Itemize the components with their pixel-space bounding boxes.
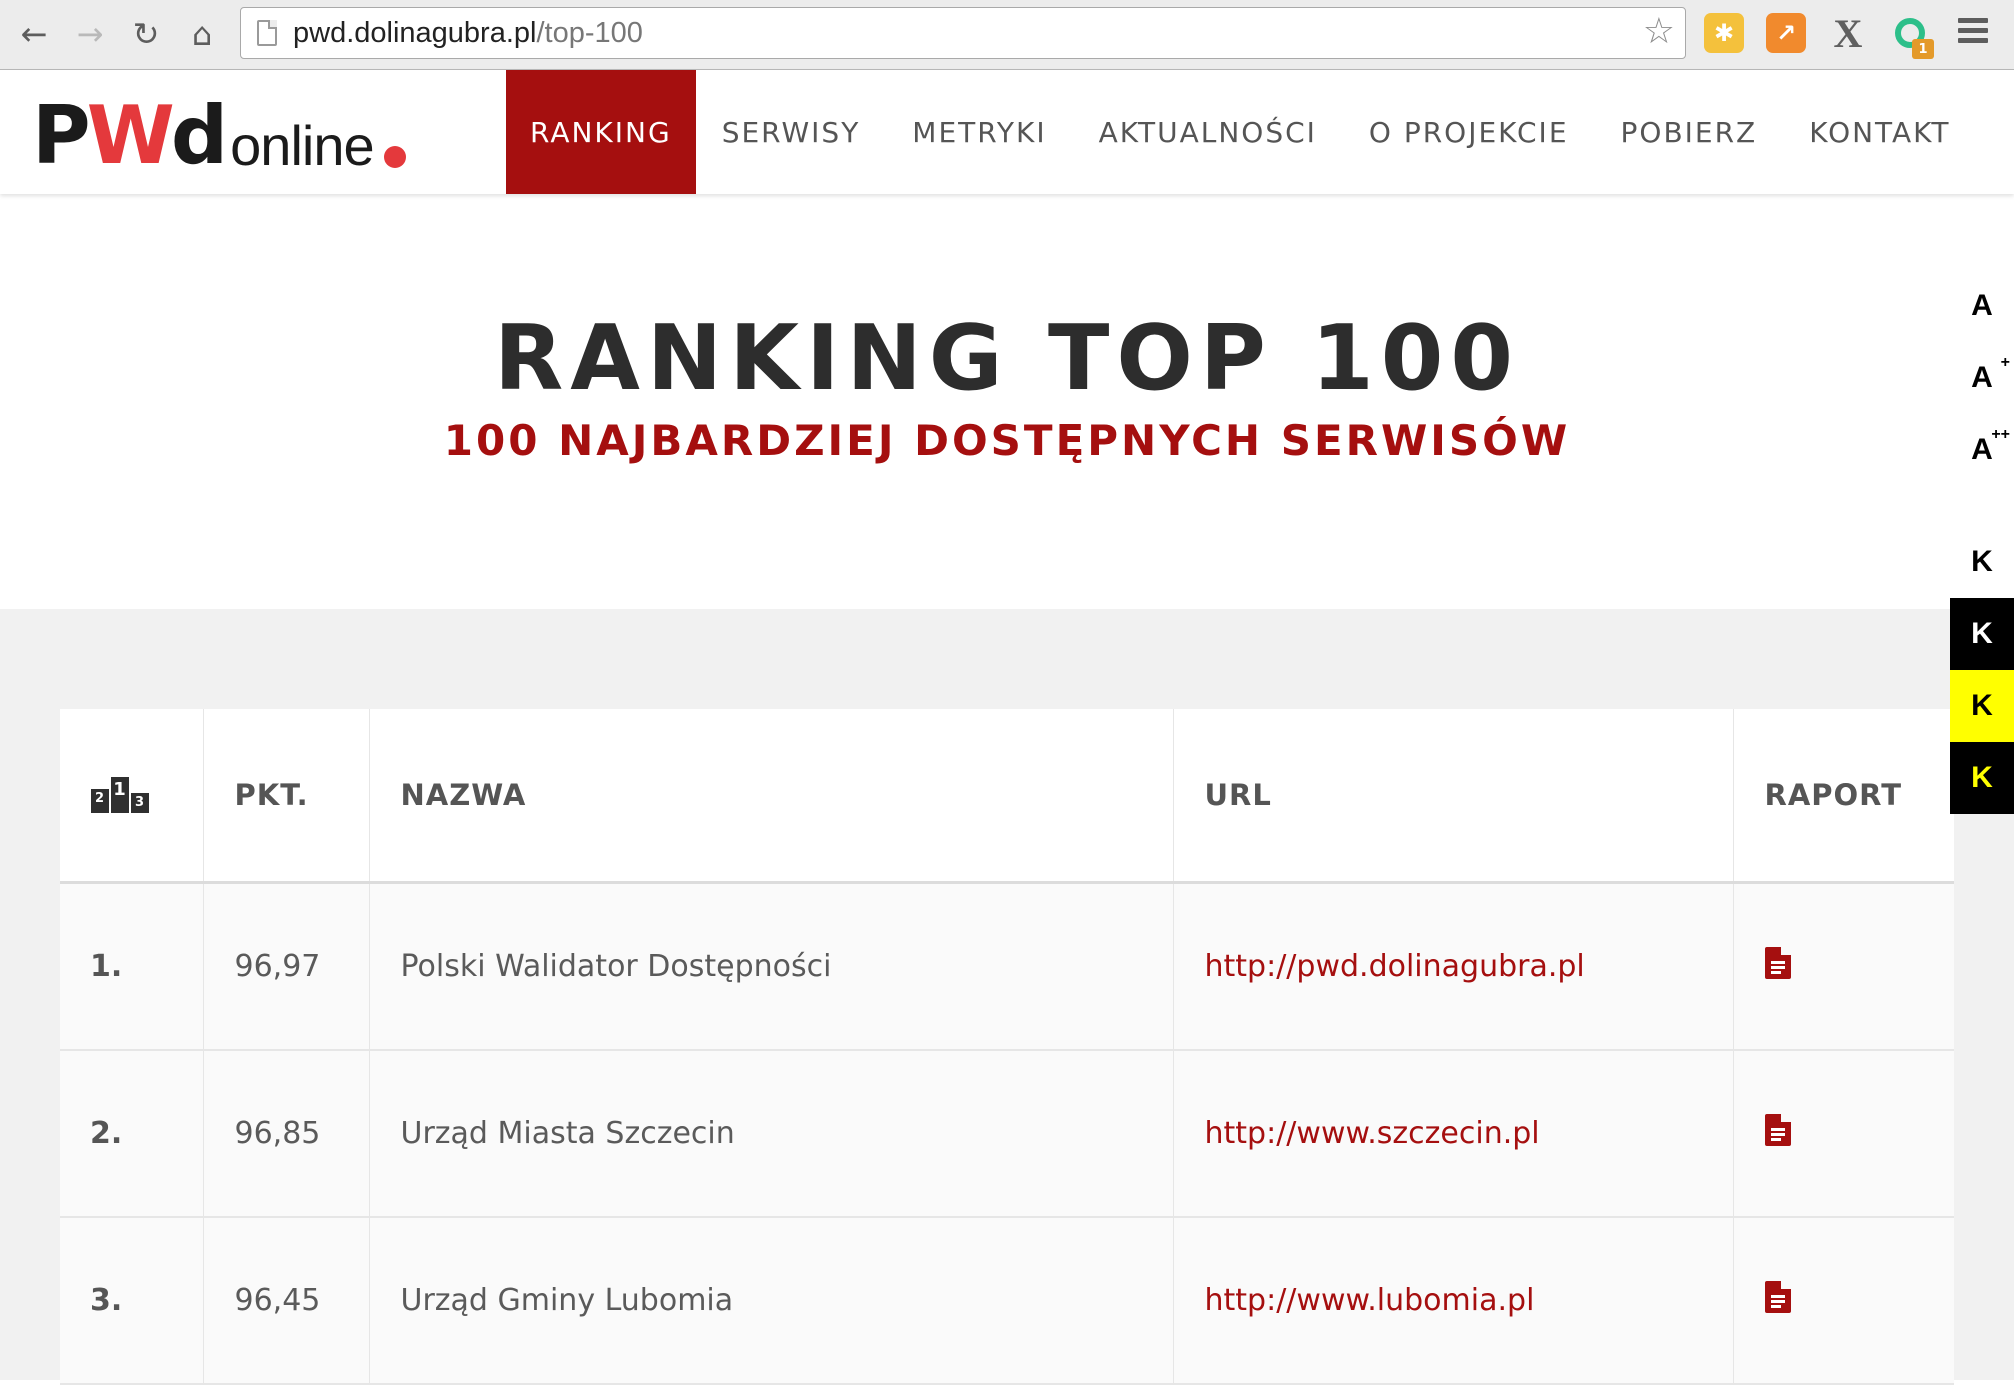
nav-kontakt[interactable]: KONTAKT xyxy=(1783,70,1976,194)
nav-pobierz[interactable]: POBIERZ xyxy=(1595,70,1784,194)
raport-cell xyxy=(1733,1217,1954,1385)
url-host: pwd.dolinagubra.pl xyxy=(293,17,537,49)
main-nav: RANKING SERWISY METRYKI AKTUALNOŚCI O PR… xyxy=(506,70,1976,194)
report-document-icon[interactable] xyxy=(1764,1113,1791,1146)
home-icon[interactable]: ⌂ xyxy=(182,14,222,54)
nazwa-cell: Urząd Gminy Lubomia xyxy=(369,1217,1174,1385)
back-arrow-icon[interactable]: ← xyxy=(14,14,54,54)
page-subtitle: 100 NAJBARDZIEJ DOSTĘPNYCH SERWISÓW xyxy=(443,416,1571,465)
page-icon xyxy=(257,20,277,46)
hero-section: RANKING TOP 100 100 NAJBARDZIEJ DOSTĘPNY… xyxy=(0,194,2014,609)
forward-arrow-icon[interactable]: → xyxy=(70,14,110,54)
accessibility-panel: A A + A ++ K K K K xyxy=(1950,270,2014,814)
pkt-column-header[interactable]: PKT. xyxy=(203,709,370,884)
url-link[interactable]: http://pwd.dolinagubra.pl xyxy=(1173,882,1734,1051)
pkt-cell: 96,45 xyxy=(203,1217,370,1385)
font-size-normal-button[interactable]: A xyxy=(1950,270,2014,342)
rank-cell: 1. xyxy=(60,882,204,1051)
raport-cell xyxy=(1733,882,1954,1051)
nav-ranking[interactable]: RANKING xyxy=(506,70,696,194)
nazwa-cell: Polski Walidator Dostępności xyxy=(369,882,1174,1051)
font-size-large-button[interactable]: A + xyxy=(1950,342,2014,414)
extension-x-icon[interactable]: X xyxy=(1828,11,1868,56)
contrast-yellow-black-button[interactable]: K xyxy=(1950,670,2014,742)
table-row: 2. 96,85 Urząd Miasta Szczecin http://ww… xyxy=(60,1050,1954,1218)
logo-online-text: online xyxy=(230,114,374,177)
extension-badge-icon: 1 xyxy=(1912,39,1934,59)
rank-cell: 2. xyxy=(60,1050,204,1218)
panel-spacer xyxy=(1950,486,2014,526)
extension-ring-icon[interactable]: 1 xyxy=(1890,13,1934,59)
page-title: RANKING TOP 100 xyxy=(493,306,1521,411)
logo-dot-icon xyxy=(383,146,406,168)
content-area: 2 1 3 PKT. NAZWA URL RAPORT 1. 96,97 Pol… xyxy=(0,609,2014,1385)
contrast-black-yellow-button[interactable]: K xyxy=(1950,742,2014,814)
url-link[interactable]: http://www.lubomia.pl xyxy=(1173,1217,1734,1385)
extension-puzzle-icon[interactable]: ✱ xyxy=(1704,13,1744,53)
address-bar[interactable]: pwd.dolinagubra.pl/top-100 ☆ xyxy=(240,7,1686,59)
nav-metryki[interactable]: METRYKI xyxy=(886,70,1072,194)
url-path: /top-100 xyxy=(536,17,643,49)
contrast-black-white-button[interactable]: K xyxy=(1950,598,2014,670)
pkt-cell: 96,97 xyxy=(203,882,370,1051)
url-column-header[interactable]: URL xyxy=(1173,709,1734,884)
rank-column-header[interactable]: 2 1 3 xyxy=(60,709,204,884)
url-link[interactable]: http://www.szczecin.pl xyxy=(1173,1050,1734,1218)
rank-cell: 3. xyxy=(60,1217,204,1385)
contrast-default-button[interactable]: K xyxy=(1950,526,2014,598)
raport-cell xyxy=(1733,1050,1954,1218)
site-header: PWd online RANKING SERWISY METRYKI AKTUA… xyxy=(0,70,2014,194)
site-logo[interactable]: PWd online xyxy=(32,89,406,182)
reload-icon[interactable]: ↻ xyxy=(126,14,166,54)
bookmark-star-icon[interactable]: ☆ xyxy=(1643,14,1675,50)
extension-chart-icon[interactable]: ↗ xyxy=(1766,13,1806,53)
logo-mark: PWd xyxy=(32,89,228,182)
nav-o-projekcie[interactable]: O PROJEKCIE xyxy=(1343,70,1595,194)
browser-toolbar: ← → ↻ ⌂ pwd.dolinagubra.pl/top-100 ☆ ✱ ↗… xyxy=(0,0,2014,70)
report-document-icon[interactable] xyxy=(1764,946,1791,979)
url-text: pwd.dolinagubra.pl/top-100 xyxy=(293,17,643,50)
ranking-table: 2 1 3 PKT. NAZWA URL RAPORT 1. 96,97 Pol… xyxy=(60,709,1954,1385)
raport-column-header: RAPORT xyxy=(1733,709,1954,884)
nav-serwisy[interactable]: SERWISY xyxy=(696,70,887,194)
font-size-xlarge-button[interactable]: A ++ xyxy=(1950,414,2014,486)
podium-icon: 2 1 3 xyxy=(91,777,149,813)
nazwa-cell: Urząd Miasta Szczecin xyxy=(369,1050,1174,1218)
nazwa-column-header[interactable]: NAZWA xyxy=(369,709,1174,884)
table-header-row: 2 1 3 PKT. NAZWA URL RAPORT xyxy=(60,709,1954,884)
nav-aktualnosci[interactable]: AKTUALNOŚCI xyxy=(1073,70,1343,194)
table-row: 1. 96,97 Polski Walidator Dostępności ht… xyxy=(60,882,1954,1051)
pkt-cell: 96,85 xyxy=(203,1050,370,1218)
report-document-icon[interactable] xyxy=(1764,1280,1791,1313)
table-row: 3. 96,45 Urząd Gminy Lubomia http://www.… xyxy=(60,1217,1954,1385)
browser-menu-icon[interactable] xyxy=(1958,18,1988,48)
